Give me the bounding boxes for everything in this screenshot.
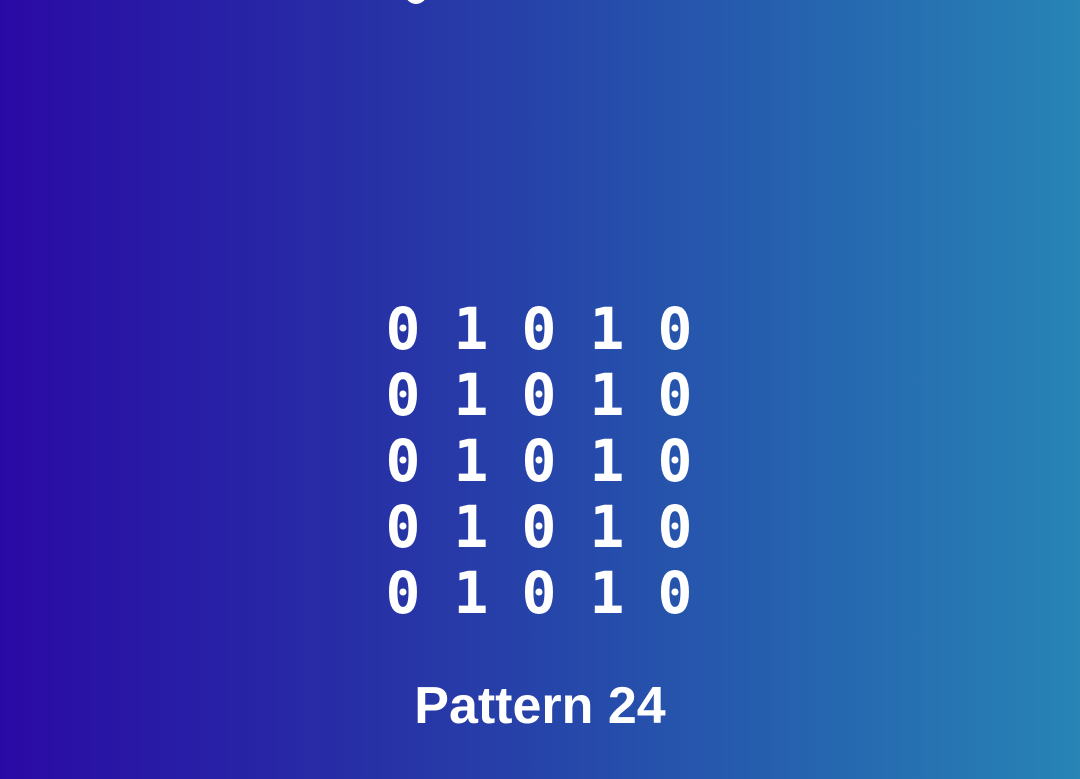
grid-cell: 0 [657,361,693,429]
grid-row: 01010 [369,494,709,560]
grid-cell: 1 [453,493,489,561]
cropped-heading-fragment [405,0,427,4]
grid-cell: 0 [521,427,557,495]
grid-cell: 1 [589,427,625,495]
pattern-caption: Pattern 24 [414,677,666,735]
grid-cell: 0 [385,493,421,561]
grid-cell: 0 [657,559,693,627]
grid-cell: 0 [521,559,557,627]
grid-cell: 0 [521,493,557,561]
grid-cell: 0 [657,295,693,363]
grid-row: 01010 [369,428,709,494]
grid-row: 01010 [369,362,709,428]
grid-row: 01010 [369,560,709,626]
grid-cell: 1 [453,295,489,363]
grid-cell: 1 [453,559,489,627]
grid-cell: 0 [657,427,693,495]
grid-cell: 0 [521,295,557,363]
grid-cell: 0 [657,493,693,561]
binary-grid: 0101001010010100101001010 [369,296,709,626]
grid-cell: 0 [385,427,421,495]
grid-cell: 0 [521,361,557,429]
grid-cell: 1 [589,295,625,363]
grid-cell: 0 [385,295,421,363]
grid-row: 01010 [369,296,709,362]
grid-cell: 1 [453,427,489,495]
grid-cell: 1 [589,361,625,429]
grid-cell: 1 [453,361,489,429]
grid-cell: 0 [385,361,421,429]
grid-cell: 0 [385,559,421,627]
grid-cell: 1 [589,493,625,561]
grid-cell: 1 [589,559,625,627]
